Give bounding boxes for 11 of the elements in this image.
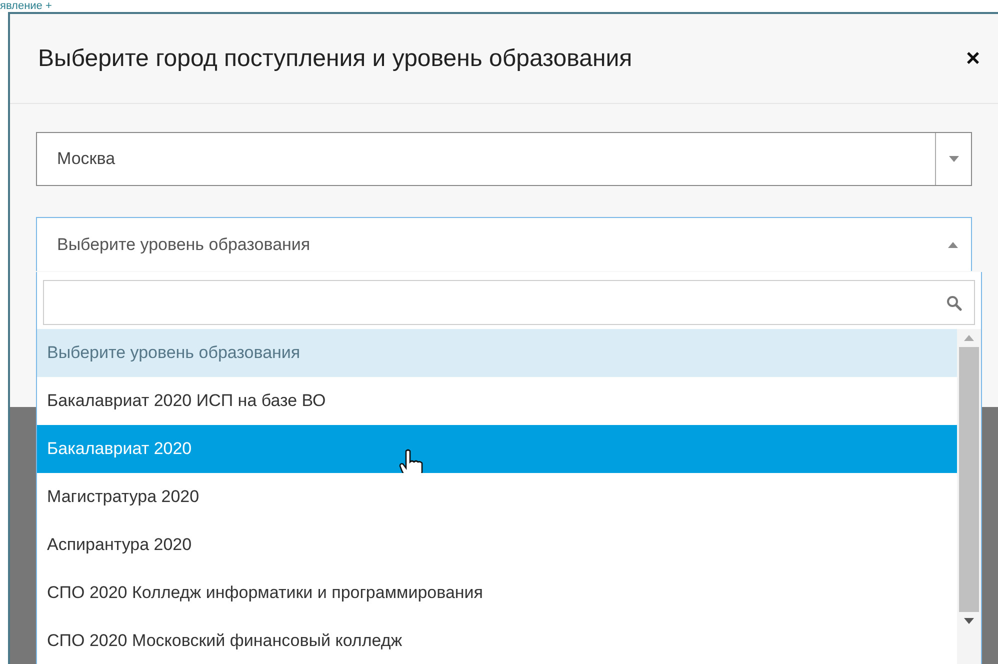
dialog-title: Выберите город поступления и уровень образования (38, 44, 632, 74)
scrollbar-thumb[interactable] (959, 347, 979, 612)
search-field[interactable] (43, 280, 975, 325)
dropdown-option[interactable]: Выберите уровень образования (37, 329, 957, 377)
close-button[interactable]: × (966, 46, 980, 70)
scroll-down-arrow-icon[interactable] (964, 618, 974, 624)
city-select[interactable]: Москва (36, 132, 972, 186)
page-heading: явление + (0, 0, 52, 12)
search-icon (946, 294, 962, 310)
level-select[interactable]: Выберите уровень образования (36, 217, 972, 271)
scroll-up-arrow-icon[interactable] (964, 335, 974, 341)
